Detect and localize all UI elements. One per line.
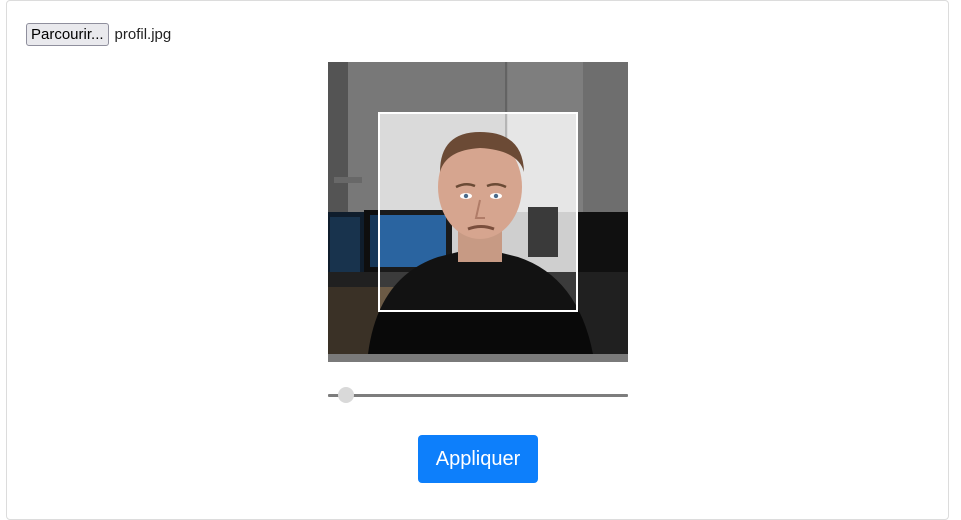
selected-file-name: profil.jpg <box>114 25 172 43</box>
zoom-slider[interactable] <box>328 385 628 405</box>
crop-selection-frame[interactable] <box>378 112 578 312</box>
slider-thumb[interactable] <box>338 387 354 403</box>
slider-track[interactable] <box>328 394 628 397</box>
browse-button[interactable]: Parcourir... <box>26 22 109 46</box>
image-crop-area[interactable] <box>328 62 628 362</box>
file-input: Parcourir... profil.jpg <box>26 22 171 46</box>
apply-button[interactable]: Appliquer <box>418 435 538 483</box>
